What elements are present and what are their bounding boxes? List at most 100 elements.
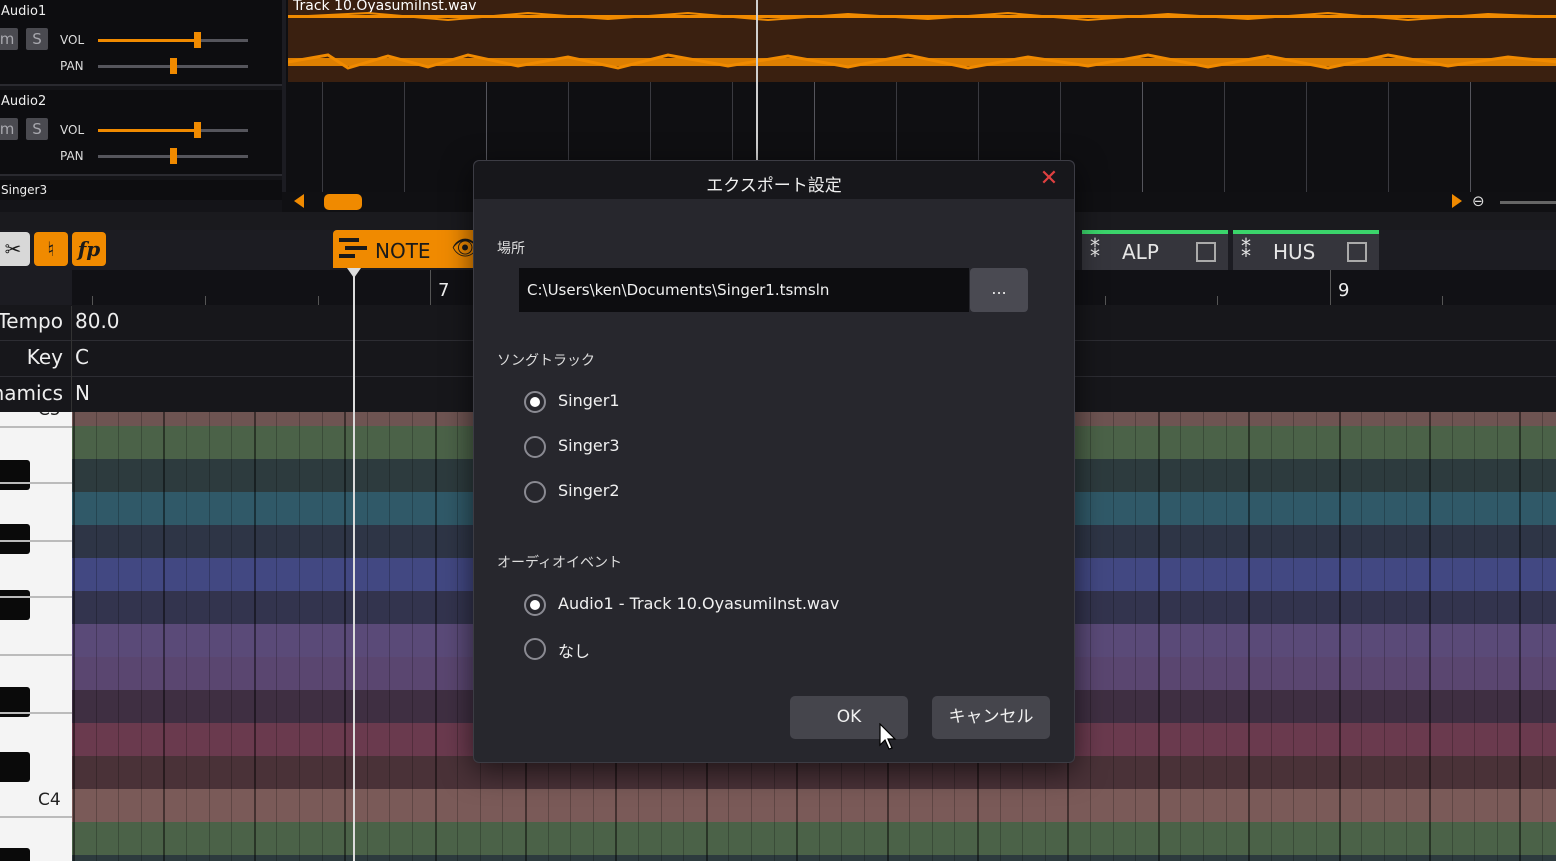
grid-line bbox=[1474, 412, 1476, 861]
track-header-singer3[interactable]: Singer3 bbox=[0, 180, 282, 200]
alp-checkbox[interactable] bbox=[1196, 242, 1216, 262]
playhead-marker-icon[interactable] bbox=[347, 268, 361, 278]
key-separator bbox=[0, 426, 72, 428]
key-value[interactable]: C bbox=[75, 345, 89, 369]
scroll-left-icon[interactable] bbox=[294, 194, 304, 208]
ruler-tick bbox=[430, 270, 431, 306]
key-separator bbox=[0, 654, 72, 656]
vol-label: VOL bbox=[60, 33, 85, 47]
grid-line bbox=[1157, 412, 1160, 861]
grid-line bbox=[1180, 412, 1182, 861]
cancel-button[interactable]: キャンセル bbox=[932, 696, 1050, 739]
key-separator bbox=[0, 816, 72, 818]
tab-note[interactable]: NOTE 👁 bbox=[333, 230, 479, 268]
key-separator bbox=[0, 712, 72, 714]
note-edit-icon bbox=[339, 236, 367, 262]
playhead[interactable] bbox=[353, 270, 355, 861]
grid-line bbox=[208, 412, 210, 861]
row-separator bbox=[71, 306, 72, 414]
grid-line bbox=[1090, 412, 1091, 861]
track-header-audio1[interactable]: Audio1 m S VOL PAN bbox=[0, 0, 282, 86]
volume-thumb[interactable] bbox=[194, 32, 201, 48]
radio-label: Singer2 bbox=[558, 481, 620, 500]
scroll-right-icon[interactable] bbox=[1452, 194, 1462, 208]
grid-line bbox=[140, 412, 142, 861]
grid-line bbox=[457, 412, 459, 861]
close-icon[interactable]: ✕ bbox=[1038, 167, 1060, 191]
key-separator bbox=[0, 482, 72, 484]
grid-line bbox=[276, 412, 278, 861]
pan-slider[interactable] bbox=[98, 58, 248, 74]
vol-label: VOL bbox=[60, 123, 85, 137]
solo-button[interactable]: S bbox=[26, 28, 48, 50]
radio-label: なし bbox=[558, 642, 591, 661]
grid-line bbox=[1270, 412, 1272, 861]
song-track-label: ソングトラック bbox=[497, 353, 595, 369]
track-header-audio2[interactable]: Audio2 m S VOL PAN bbox=[0, 90, 282, 176]
tab-hus[interactable]: ⁑ HUS bbox=[1233, 230, 1379, 272]
grid-line bbox=[389, 412, 391, 861]
scroll-thumb[interactable] bbox=[324, 194, 362, 210]
grid-line bbox=[1293, 412, 1295, 861]
zoom-out-icon[interactable]: ⊖ bbox=[1472, 192, 1485, 210]
track-name: Singer3 bbox=[1, 183, 48, 197]
hus-checkbox[interactable] bbox=[1347, 242, 1367, 262]
mute-button[interactable]: m bbox=[0, 118, 18, 140]
export-settings-dialog: エクスポート設定 ✕ 場所 ... ソングトラック Singer1 Singer… bbox=[473, 160, 1075, 763]
pan-thumb[interactable] bbox=[170, 58, 177, 74]
track-list: Audio1 m S VOL PAN Audio2 m S VOL PAN Si… bbox=[0, 0, 282, 212]
grid-line bbox=[95, 412, 97, 861]
black-key[interactable] bbox=[0, 590, 30, 620]
black-key[interactable] bbox=[0, 848, 30, 861]
tab-alp[interactable]: ⁑ ALP bbox=[1082, 230, 1228, 272]
grid-line bbox=[1383, 412, 1385, 861]
grid-line bbox=[1135, 412, 1137, 861]
grid-line bbox=[1496, 412, 1498, 861]
grid-line bbox=[1225, 412, 1227, 861]
volume-fill bbox=[98, 39, 197, 42]
radio-button[interactable] bbox=[524, 638, 546, 660]
volume-slider[interactable] bbox=[98, 122, 248, 138]
volume-fill bbox=[98, 129, 197, 132]
key-label: Key bbox=[26, 345, 63, 369]
tempo-label: Tempo bbox=[0, 309, 63, 333]
browse-button[interactable]: ... bbox=[970, 268, 1028, 312]
tempo-value[interactable]: 80.0 bbox=[75, 309, 120, 333]
dynamics-icon[interactable]: fp bbox=[72, 232, 106, 266]
bar-number: 7 bbox=[438, 280, 450, 301]
volume-slider[interactable] bbox=[98, 32, 248, 48]
track-name: Audio1 bbox=[1, 4, 47, 19]
audio-region[interactable]: Track 10.OyasumiInst.wav bbox=[288, 0, 1556, 82]
dynamics-value[interactable]: N bbox=[75, 381, 90, 405]
zoom-slider[interactable] bbox=[1500, 201, 1556, 204]
parameter-icon: ⁑ bbox=[1241, 238, 1251, 262]
key-separator bbox=[0, 596, 72, 598]
grid-line bbox=[1406, 412, 1408, 861]
volume-thumb[interactable] bbox=[194, 122, 201, 138]
solo-button[interactable]: S bbox=[26, 118, 48, 140]
piano-keyboard[interactable]: C5 C4 bbox=[0, 412, 72, 861]
pan-slider[interactable] bbox=[98, 148, 248, 164]
mute-button[interactable]: m bbox=[0, 28, 18, 50]
location-label: 場所 bbox=[497, 241, 525, 257]
radio-button[interactable] bbox=[524, 436, 546, 458]
ruler-tick bbox=[1330, 270, 1331, 306]
radio-button[interactable] bbox=[524, 481, 546, 503]
radio-button[interactable] bbox=[524, 391, 546, 413]
black-key[interactable] bbox=[0, 752, 30, 782]
grid-line bbox=[118, 412, 120, 861]
grid-line bbox=[1429, 412, 1431, 861]
accidental-icon[interactable]: ♮ bbox=[34, 232, 68, 266]
radio-button[interactable] bbox=[524, 594, 546, 616]
pan-thumb[interactable] bbox=[170, 148, 177, 164]
export-path-input[interactable] bbox=[519, 268, 969, 312]
black-key[interactable] bbox=[0, 524, 30, 554]
key-label-c4: C4 bbox=[38, 790, 61, 810]
grid-line bbox=[321, 412, 323, 861]
key-separator bbox=[0, 540, 72, 542]
dialog-titlebar[interactable]: エクスポート設定 ✕ bbox=[474, 161, 1074, 199]
brush-icon[interactable]: ✂ bbox=[0, 232, 30, 266]
black-key[interactable] bbox=[0, 460, 30, 490]
grid-line bbox=[253, 412, 256, 861]
grid-line bbox=[1451, 412, 1453, 861]
